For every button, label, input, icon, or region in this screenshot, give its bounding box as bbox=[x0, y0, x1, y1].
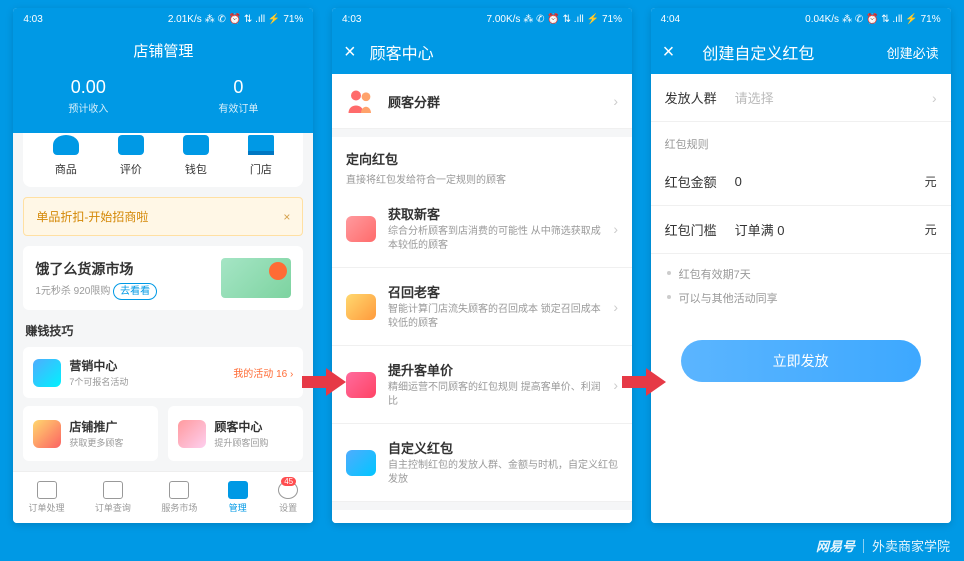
close-icon[interactable]: × bbox=[283, 210, 290, 224]
header: 店铺管理 0.00 预计收入 0 有效订单 bbox=[13, 30, 313, 133]
btab-settings[interactable]: 设置45 bbox=[278, 481, 298, 514]
newuser-icon bbox=[346, 216, 376, 242]
watermark: 网易号 外卖商家学院 bbox=[816, 536, 950, 555]
row-custom-redpacket[interactable]: 自定义红包自主控制红包的发放人群、金额与时机，自定义红包发放 bbox=[332, 424, 632, 502]
tab-shop[interactable]: 门店 bbox=[248, 135, 274, 177]
marketing-center[interactable]: 营销中心 bbox=[69, 357, 225, 374]
nav-tabs: 商品 评价 钱包 门店 bbox=[23, 133, 303, 187]
tab-reviews[interactable]: 评价 bbox=[118, 135, 144, 177]
submit-button[interactable]: 立即发放 bbox=[681, 340, 921, 382]
screen-create-redpacket: 4:04 0.04K/s⁂ ✆ ⏰ ⇅ .ıll ⚡71% × 创建自定义红包 … bbox=[651, 8, 951, 523]
body: 商品 评价 钱包 门店 单品折扣-开始招商啦 × 饿了么货源市场 1元秒杀 92… bbox=[13, 133, 313, 471]
screen-customer-center: 4:03 7.00K/s⁂ ✆ ⏰ ⇅ .ıll ⚡71% × 顾客中心 顾客分… bbox=[332, 8, 632, 523]
btab-manage[interactable]: 管理 bbox=[228, 481, 248, 514]
market-card[interactable]: 饿了么货源市场 1元秒杀 920限购 去看看 bbox=[23, 246, 303, 310]
cell-promo[interactable]: 店铺推广获取更多顾客 bbox=[23, 406, 158, 461]
row-audience[interactable]: 发放人群 请选择 › bbox=[651, 74, 951, 122]
cell-customer[interactable]: 顾客中心提升顾客回购 bbox=[168, 406, 303, 461]
page-title: 顾客中心 bbox=[370, 40, 434, 64]
section-targeted: 定向红包直接将红包发给符合一定规则的顾客 bbox=[332, 137, 632, 190]
price-icon bbox=[346, 372, 376, 398]
row-amount[interactable]: 红包金额 0 元 bbox=[651, 158, 951, 206]
recall-icon bbox=[346, 294, 376, 320]
status-bar: 4:03 7.00K/s⁂ ✆ ⏰ ⇅ .ıll ⚡71% bbox=[332, 8, 632, 30]
body: 发放人群 请选择 › 红包规则 红包金额 0 元 红包门槛 订单满 0 元 红包… bbox=[651, 74, 951, 523]
status-time: 4:03 bbox=[23, 14, 42, 25]
chevron-right-icon: › bbox=[613, 377, 618, 393]
readme-link[interactable]: 创建必读 bbox=[887, 43, 939, 62]
status-bar: 4:04 0.04K/s⁂ ✆ ⏰ ⇅ .ıll ⚡71% bbox=[651, 8, 951, 30]
people-icon bbox=[346, 88, 376, 114]
badge: 45 bbox=[281, 477, 296, 486]
row-recall[interactable]: 召回老客智能计算门店流失顾客的召回成本 锁定召回成本较低的顾客 › bbox=[332, 268, 632, 346]
btab-market[interactable]: 服务市场 bbox=[161, 481, 197, 514]
chevron-right-icon: › bbox=[613, 93, 618, 109]
row-new-customers[interactable]: 获取新客综合分析顾客到店消费的可能性 从中筛选获取成本较低的顾客 › bbox=[332, 190, 632, 268]
header: × 创建自定义红包 创建必读 bbox=[651, 30, 951, 74]
status-bar: 4:03 2.01K/s⁂ ✆ ⏰ ⇅ .ıll ⚡71% bbox=[13, 8, 313, 30]
custom-icon bbox=[346, 450, 376, 476]
close-icon[interactable]: × bbox=[663, 41, 675, 64]
section-tips: 赚钱技巧 bbox=[13, 320, 313, 347]
chevron-right-icon: › bbox=[613, 221, 618, 237]
tab-goods[interactable]: 商品 bbox=[53, 135, 79, 177]
btab-query[interactable]: 订单查询 bbox=[95, 481, 131, 514]
stat-orders[interactable]: 0 有效订单 bbox=[218, 77, 258, 115]
chevron-right-icon: › bbox=[613, 299, 618, 315]
body: 顾客分群 › 定向红包直接将红包发给符合一定规则的顾客 获取新客综合分析顾客到店… bbox=[332, 74, 632, 523]
chevron-right-icon: › bbox=[932, 90, 937, 106]
screen-store-mgmt: 4:03 2.01K/s⁂ ✆ ⏰ ⇅ .ıll ⚡71% 店铺管理 0.00 … bbox=[13, 8, 313, 523]
stats-row: 0.00 预计收入 0 有效订单 bbox=[13, 69, 313, 133]
my-activity-link[interactable]: 我的活动 16 › bbox=[233, 365, 293, 380]
promo-banner[interactable]: 单品折扣-开始招商啦 × bbox=[23, 197, 303, 236]
row-threshold[interactable]: 红包门槛 订单满 0 元 bbox=[651, 206, 951, 254]
market-button[interactable]: 去看看 bbox=[113, 283, 157, 300]
arrow-icon bbox=[622, 366, 666, 398]
rules-notes: 红包有效期7天 可以与其他活动同享 bbox=[651, 254, 951, 330]
row-segments[interactable]: 顾客分群 › bbox=[332, 74, 632, 129]
page-title: 店铺管理 bbox=[13, 30, 313, 69]
row-increase-price[interactable]: 提升客单价精细运营不同顾客的红包规则 提高客单价、利润比 › bbox=[332, 346, 632, 424]
status-right: 2.01K/s⁂ ✆ ⏰ ⇅ .ıll ⚡71% bbox=[168, 14, 304, 25]
section-tools: 实用工具 bbox=[13, 461, 313, 471]
page-title: 创建自定义红包 bbox=[702, 40, 814, 64]
bottom-nav: 订单处理 订单查询 服务市场 管理 设置45 bbox=[13, 471, 313, 523]
promo-icon bbox=[33, 420, 61, 448]
market-image bbox=[221, 258, 291, 298]
customer-icon bbox=[178, 420, 206, 448]
header: × 顾客中心 bbox=[332, 30, 632, 74]
marketing-icon bbox=[33, 359, 61, 387]
btab-orders[interactable]: 订单处理 bbox=[29, 481, 65, 514]
arrow-icon bbox=[302, 366, 346, 398]
section-task: 任务激励顾客完成制定任务，即可领取红包 bbox=[332, 510, 632, 523]
stat-income[interactable]: 0.00 预计收入 bbox=[68, 77, 108, 115]
tab-wallet[interactable]: 钱包 bbox=[183, 135, 209, 177]
section-rules: 红包规则 bbox=[651, 122, 951, 158]
close-icon[interactable]: × bbox=[344, 41, 356, 64]
